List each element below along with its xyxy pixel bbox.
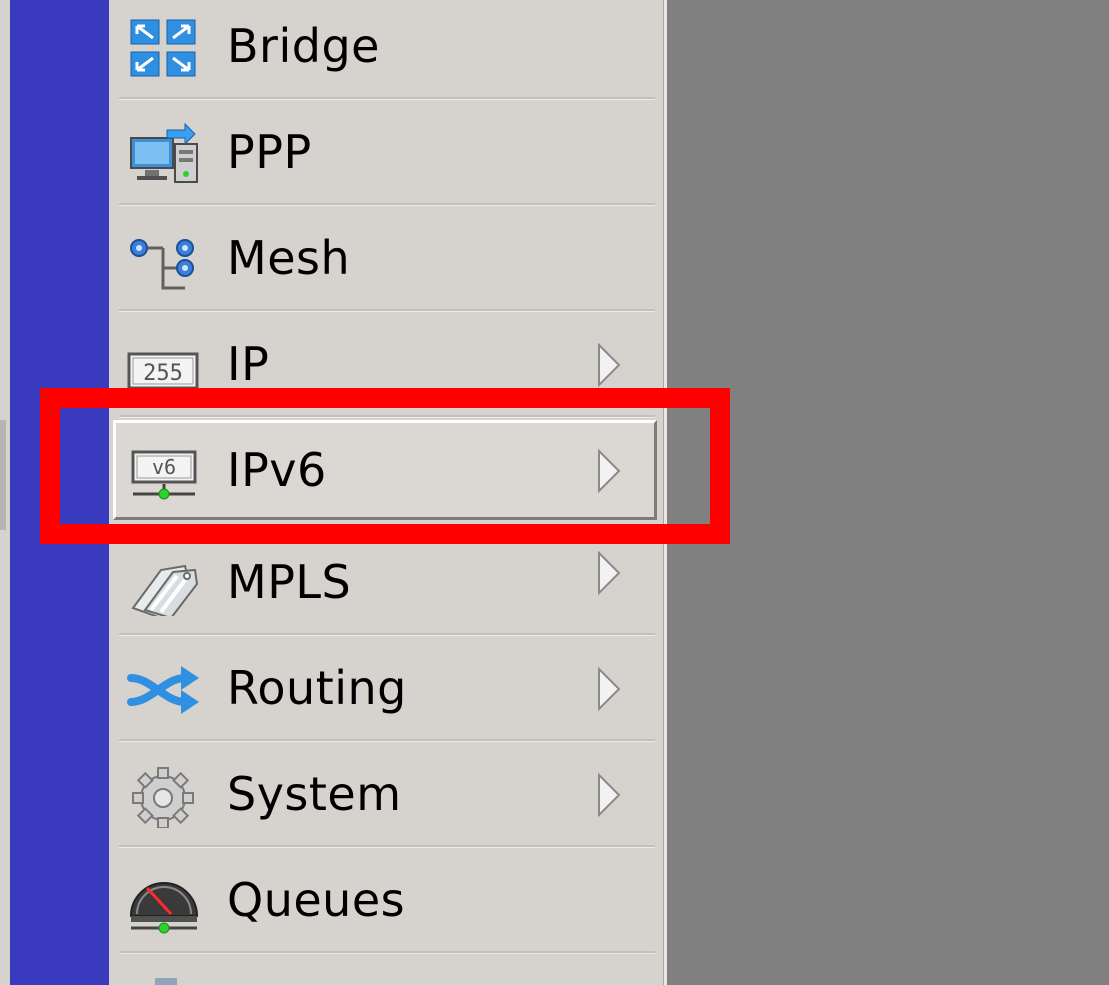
menu-item-bridge[interactable]: Bridge [109, 0, 663, 100]
submenu-arrow-icon [596, 550, 622, 596]
submenu-arrow-icon [596, 448, 622, 494]
ppp-icon [127, 122, 201, 186]
mpls-icon [127, 552, 201, 620]
menu-item-label: MPLS [227, 555, 352, 609]
system-icon [127, 764, 201, 829]
menu-item-mesh[interactable]: Mesh [109, 206, 663, 312]
menu-item-queues[interactable]: Queues [109, 848, 663, 954]
ipv6-icon: v6 [127, 440, 201, 504]
queues-icon [127, 870, 201, 934]
left-window-edge [0, 0, 10, 985]
submenu-arrow-icon [596, 342, 622, 388]
menu-item-partial[interactable] [109, 954, 663, 985]
menu-item-label: Queues [227, 873, 406, 927]
menu-item-ppp[interactable]: PPP [109, 100, 663, 206]
menu-item-label: IP [227, 337, 270, 391]
main-menu: Bridge PPP Mesh 255 IP v6 IPv6 MPLS Rout… [109, 0, 663, 985]
submenu-arrow-icon [596, 772, 622, 818]
routing-icon [127, 658, 201, 722]
menu-item-label: System [227, 767, 402, 821]
bridge-icon [127, 16, 201, 80]
menu-item-label: Mesh [227, 231, 351, 285]
partial-item-icon [155, 978, 177, 985]
menu-item-mpls[interactable]: MPLS [109, 530, 663, 636]
panel-divider[interactable] [663, 0, 667, 985]
mesh-icon [127, 228, 201, 292]
submenu-arrow-icon [596, 666, 622, 712]
menu-item-label: Routing [227, 661, 407, 715]
menu-item-ip[interactable]: 255 IP [109, 312, 663, 418]
edge-shade [0, 420, 6, 530]
ip-icon: 255 [127, 334, 201, 398]
menu-item-label: Bridge [227, 19, 380, 73]
ip-icon-text: 255 [143, 361, 183, 386]
menu-item-label: PPP [227, 125, 312, 179]
menu-item-label: IPv6 [227, 443, 327, 497]
menu-item-system[interactable]: System [109, 742, 663, 848]
sidebar-brand-strip [10, 0, 109, 985]
menu-item-ipv6[interactable]: v6 IPv6 [109, 418, 663, 524]
ipv6-icon-text: v6 [152, 455, 176, 479]
menu-item-routing[interactable]: Routing [109, 636, 663, 742]
